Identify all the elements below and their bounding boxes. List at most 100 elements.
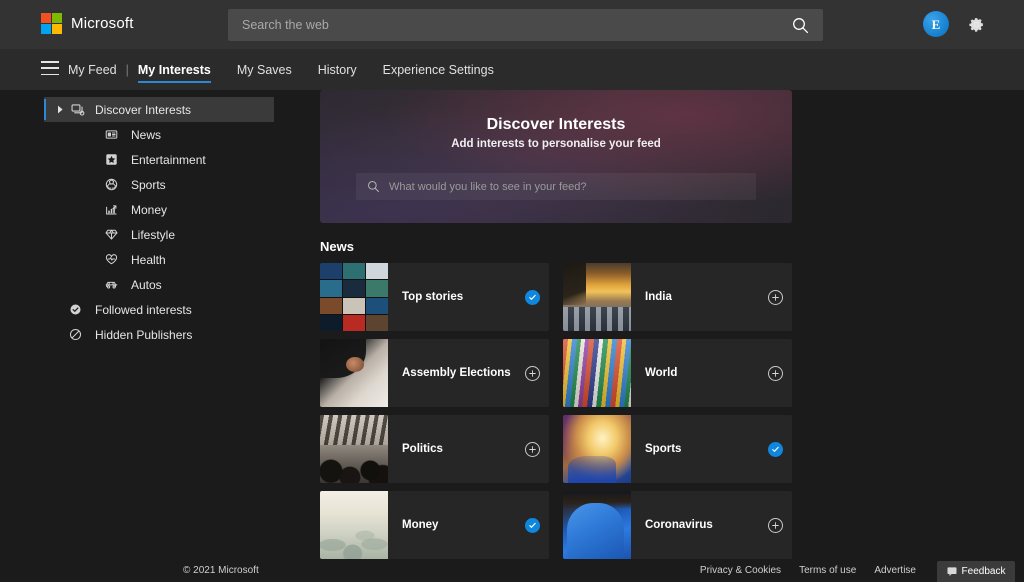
discover-interests-hero: Discover Interests Add interests to pers… <box>320 90 792 223</box>
nav-separator: | <box>125 62 129 77</box>
interest-card[interactable]: Politics <box>320 415 549 483</box>
star-icon <box>100 153 122 166</box>
interest-search-bar[interactable] <box>356 173 756 200</box>
interest-following-toggle[interactable] <box>515 263 549 331</box>
interest-add-button[interactable] <box>758 263 792 331</box>
sidebar-item-label: Sports <box>131 177 166 192</box>
microsoft-logo-icon <box>41 13 62 34</box>
collage-tile <box>366 297 388 314</box>
interest-card-label: Politics <box>402 443 443 455</box>
sidebar-item-label: Followed interests <box>95 302 192 317</box>
chart-icon <box>100 203 122 216</box>
interest-thumbnail <box>320 415 388 483</box>
logo-square-red <box>41 13 51 23</box>
interest-card-label: Assembly Elections <box>402 367 511 379</box>
check-circle-icon <box>64 303 86 316</box>
interest-card[interactable]: Sports <box>563 415 792 483</box>
footer-link-list: Privacy & Cookies Terms of use Advertise <box>700 565 916 576</box>
avatar[interactable]: E <box>923 11 949 37</box>
hamburger-line <box>41 61 59 63</box>
interest-card[interactable]: Money <box>320 491 549 559</box>
sidebar: Discover Interests News Entertainment Sport… <box>0 90 300 582</box>
logo-square-green <box>52 13 62 23</box>
sidebar-item-label: Lifestyle <box>131 227 176 242</box>
feedback-icon <box>947 567 957 576</box>
sidebar-item-lifestyle[interactable]: Lifestyle <box>100 222 280 247</box>
collage-tile <box>320 297 342 314</box>
sidebar-item-health[interactable]: Health <box>100 247 280 272</box>
check-icon <box>767 441 783 457</box>
interest-card-grid: Top stories India Assembly Elections World P… <box>320 263 792 559</box>
avatar-initial: E <box>931 16 941 32</box>
nav-tab-history[interactable]: History <box>318 49 357 90</box>
app-header: Microsoft E <box>0 0 1024 49</box>
interest-add-button[interactable] <box>515 339 549 407</box>
interest-card-label: Coronavirus <box>645 519 713 531</box>
sidebar-item-money[interactable]: Money <box>100 197 280 222</box>
collage-tile <box>320 280 342 297</box>
feedback-label: Feedback <box>961 566 1006 577</box>
nav-tab-experience-settings[interactable]: Experience Settings <box>383 49 494 90</box>
check-icon <box>524 289 540 305</box>
interest-card-label: World <box>645 367 678 379</box>
diamond-icon <box>100 228 122 241</box>
sidebar-item-hidden-publishers[interactable]: Hidden Publishers <box>64 322 284 347</box>
interest-following-toggle[interactable] <box>758 415 792 483</box>
sidebar-item-discover-interests[interactable]: Discover Interests <box>44 97 274 122</box>
collage-tile <box>343 297 365 314</box>
hamburger-line <box>41 67 59 69</box>
settings-button[interactable] <box>963 11 989 37</box>
hamburger-line <box>41 73 59 75</box>
interest-card[interactable]: Coronavirus <box>563 491 792 559</box>
main-content: Discover Interests Add interests to pers… <box>320 90 792 559</box>
interest-following-toggle[interactable] <box>515 491 549 559</box>
sidebar-item-sports[interactable]: Sports <box>100 172 280 197</box>
interest-thumbnail <box>320 263 388 331</box>
nav-tab-my-feed[interactable]: My Feed <box>68 49 117 90</box>
sidebar-item-followed-interests[interactable]: Followed interests <box>64 297 284 322</box>
sidebar-item-label: Discover Interests <box>95 102 192 117</box>
interest-card[interactable]: World <box>563 339 792 407</box>
plus-icon <box>524 441 540 457</box>
feedback-button[interactable]: Feedback <box>937 561 1015 582</box>
collage-tile <box>366 280 388 297</box>
chevron-right-icon[interactable] <box>53 105 67 114</box>
interest-add-button[interactable] <box>758 491 792 559</box>
interest-add-button[interactable] <box>758 339 792 407</box>
hamburger-menu-icon[interactable] <box>41 61 59 75</box>
nav-tab-my-saves[interactable]: My Saves <box>237 49 292 90</box>
block-icon <box>64 328 86 341</box>
sidebar-item-autos[interactable]: Autos <box>100 272 280 297</box>
sidebar-item-label: Hidden Publishers <box>95 327 193 342</box>
collage-tile <box>366 263 388 280</box>
collage-tile <box>343 280 365 297</box>
logo-square-blue <box>41 24 51 34</box>
interest-card[interactable]: India <box>563 263 792 331</box>
page-footer: © 2021 Microsoft Privacy & Cookies Terms … <box>0 560 1024 582</box>
interest-thumbnail <box>563 263 631 331</box>
interest-card-label: India <box>645 291 672 303</box>
collage-tile <box>343 263 365 280</box>
sidebar-item-news[interactable]: News <box>100 122 280 147</box>
collage-tile <box>320 314 342 331</box>
footer-link-advertise[interactable]: Advertise <box>874 565 916 576</box>
sidebar-item-entertainment[interactable]: Entertainment <box>100 147 280 172</box>
search-input[interactable] <box>228 18 777 32</box>
nav-tab-list: My Feed | My Interests My Saves History Exper… <box>68 49 494 90</box>
interest-card[interactable]: Top stories <box>320 263 549 331</box>
microsoft-logo-group[interactable]: Microsoft <box>41 13 134 34</box>
interest-card[interactable]: Assembly Elections <box>320 339 549 407</box>
sidebar-item-label: Money <box>131 202 168 217</box>
interest-card-label: Top stories <box>402 291 464 303</box>
interest-thumbnail <box>563 491 631 559</box>
search-button[interactable] <box>777 9 823 41</box>
web-search-bar[interactable] <box>228 9 823 41</box>
sidebar-item-label: Health <box>131 252 166 267</box>
interest-thumbnail <box>320 491 388 559</box>
sidebar-item-label: Autos <box>131 277 162 292</box>
footer-link-privacy-cookies[interactable]: Privacy & Cookies <box>700 565 781 576</box>
nav-tab-my-interests[interactable]: My Interests <box>137 49 211 90</box>
interest-search-input[interactable] <box>380 180 756 193</box>
footer-link-terms-of-use[interactable]: Terms of use <box>799 565 856 576</box>
interest-add-button[interactable] <box>515 415 549 483</box>
